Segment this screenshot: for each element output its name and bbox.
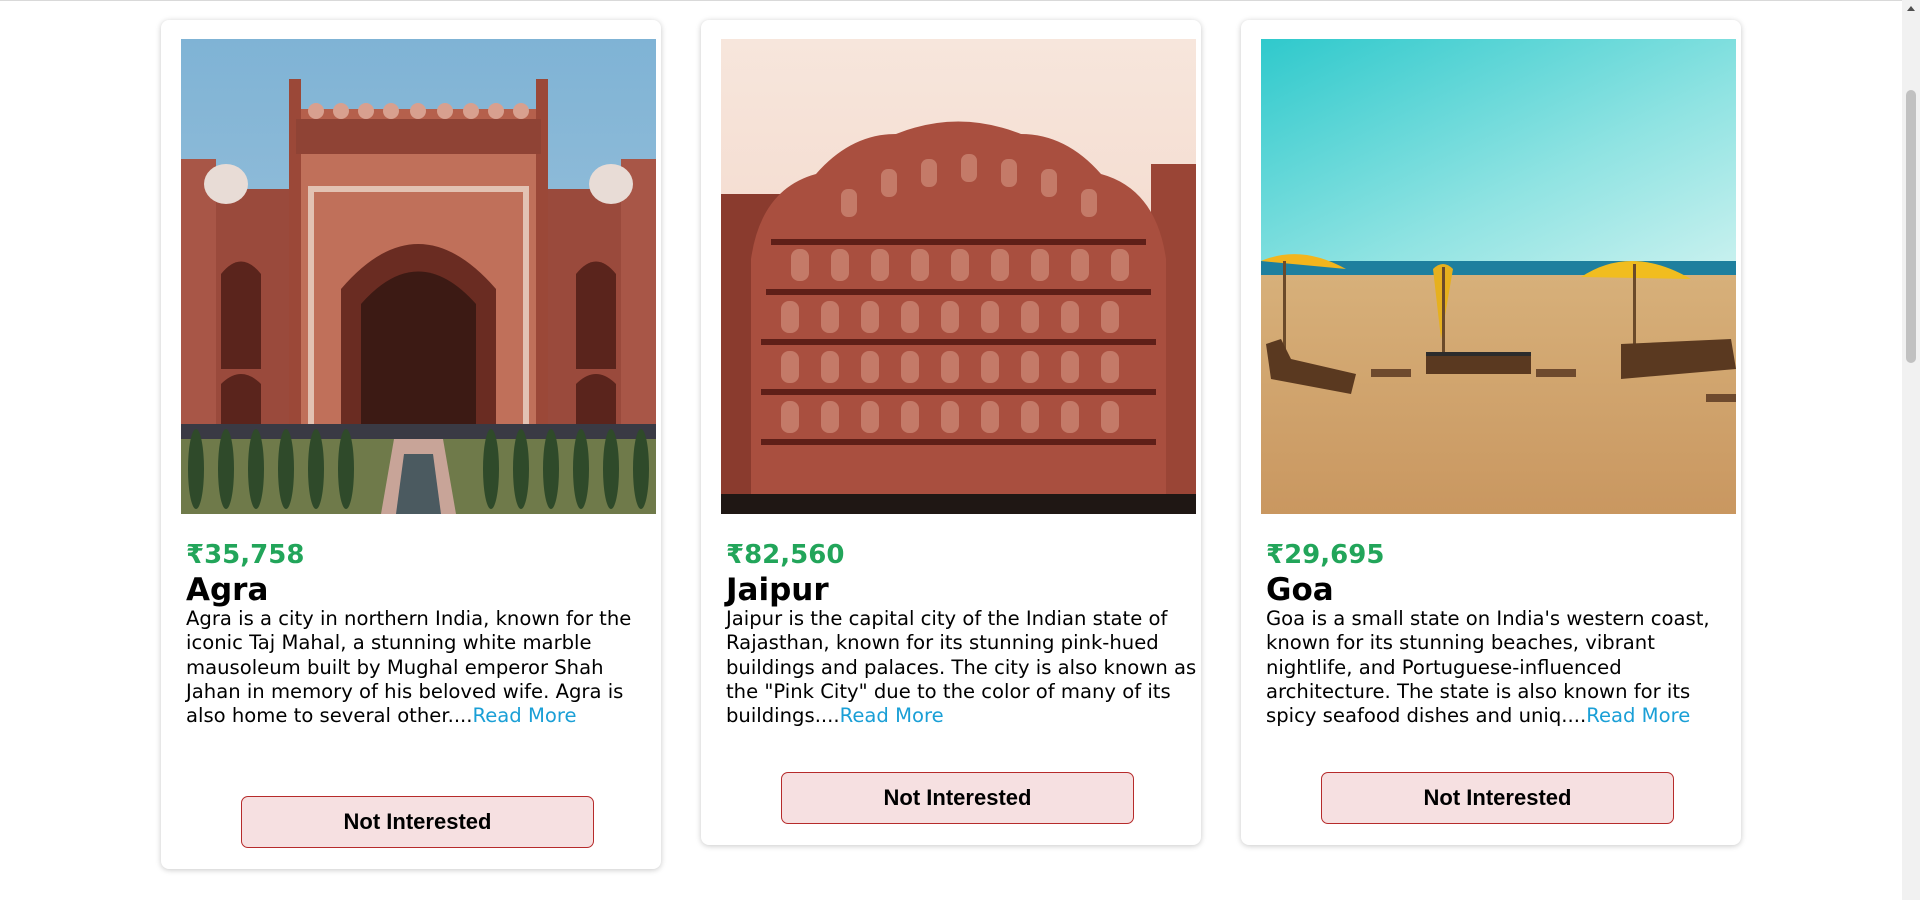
destination-description: Agra is a city in northern India, known … <box>186 607 658 728</box>
jaipur-photo <box>721 39 1196 514</box>
price-label: ₹82,560 <box>726 540 845 570</box>
price-label: ₹35,758 <box>186 540 305 570</box>
agra-photo <box>181 39 656 514</box>
scroll-up-arrow-icon[interactable] <box>1907 6 1915 11</box>
destination-card-jaipur: ₹82,560 Jaipur Jaipur is the capital cit… <box>701 20 1201 845</box>
destination-name: Goa <box>1266 572 1334 608</box>
not-interested-button[interactable]: Not Interested <box>241 796 594 848</box>
read-more-link[interactable]: Read More <box>473 704 577 727</box>
vertical-scrollbar[interactable] <box>1902 0 1920 900</box>
goa-photo <box>1261 39 1736 514</box>
description-text: Jaipur is the capital city of the Indian… <box>726 607 1197 728</box>
destination-name: Jaipur <box>726 572 829 608</box>
destination-description: Goa is a small state on India's western … <box>1266 607 1738 728</box>
destination-card-agra: ₹35,758 Agra Agra is a city in northern … <box>161 20 661 869</box>
read-more-link[interactable]: Read More <box>840 704 944 727</box>
scrollbar-thumb[interactable] <box>1906 90 1916 363</box>
read-more-link[interactable]: Read More <box>1586 704 1690 727</box>
destinations-page: ₹35,758 Agra Agra is a city in northern … <box>0 0 1902 900</box>
not-interested-button[interactable]: Not Interested <box>1321 772 1674 824</box>
destination-description: Jaipur is the capital city of the Indian… <box>726 607 1198 728</box>
price-label: ₹29,695 <box>1266 540 1385 570</box>
destination-name: Agra <box>186 572 269 608</box>
destination-card-goa: ₹29,695 Goa Goa is a small state on Indi… <box>1241 20 1741 845</box>
not-interested-button[interactable]: Not Interested <box>781 772 1134 824</box>
